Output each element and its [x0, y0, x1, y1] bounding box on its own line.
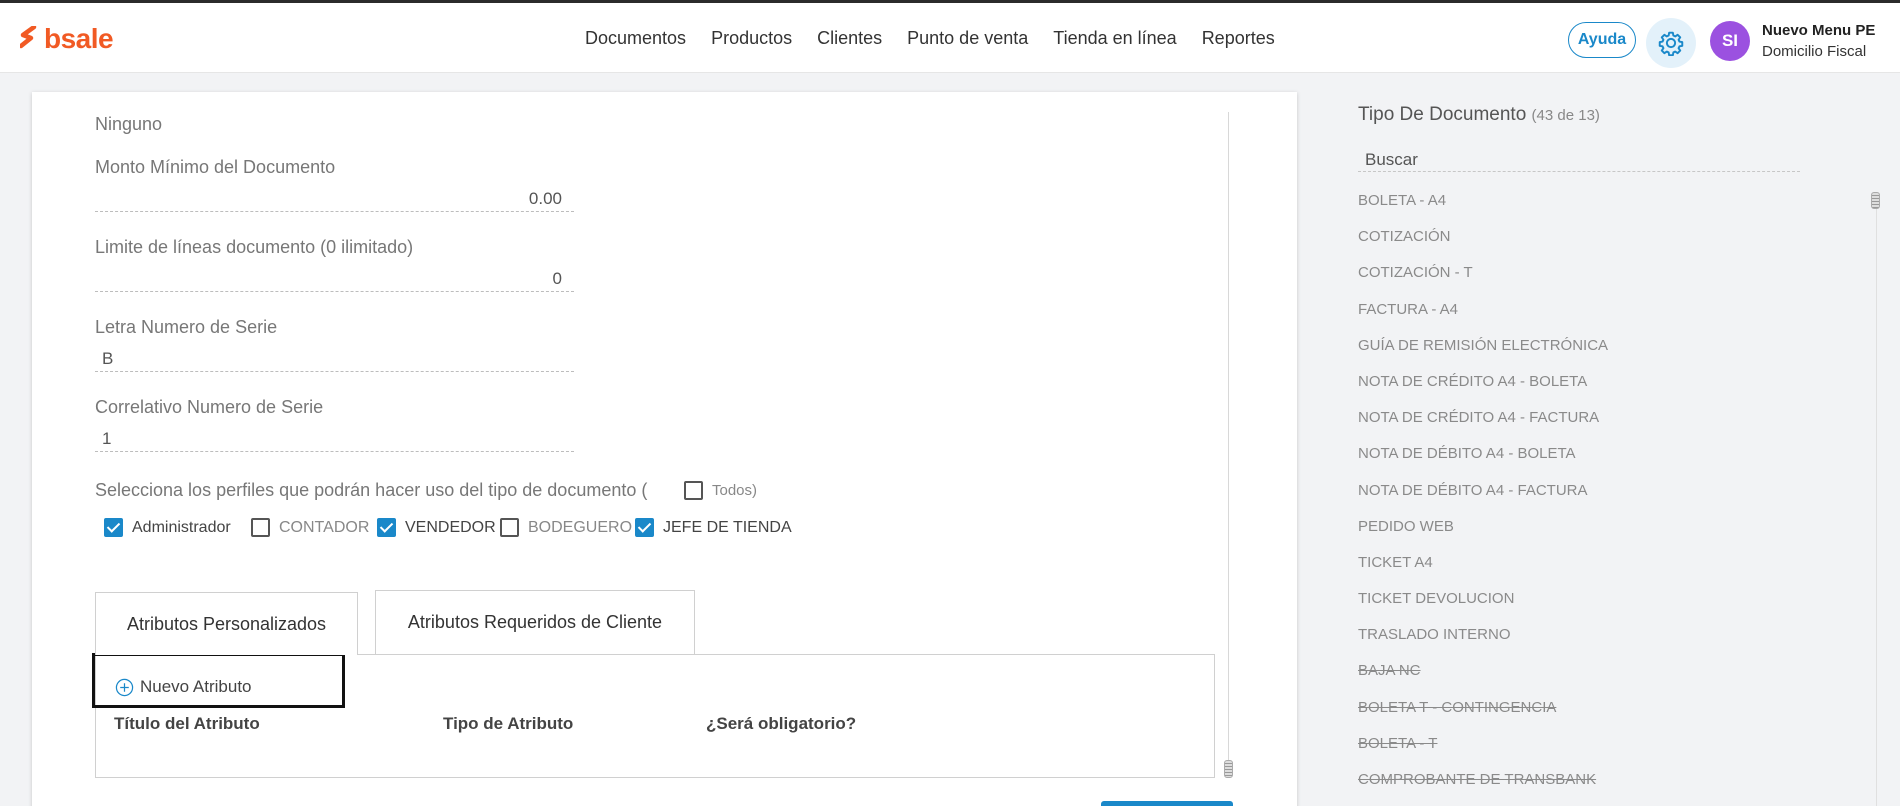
document-type-item[interactable]: BOLETA T - CONTINGENCIA: [1358, 697, 1608, 733]
nav-clientes[interactable]: Clientes: [817, 27, 882, 49]
document-type-item[interactable]: COMPROBANTE DE TRANSBANK: [1358, 769, 1608, 805]
new-attribute-button[interactable]: Nuevo Atributo: [115, 677, 252, 697]
all-profiles-checkbox[interactable]: [684, 481, 703, 500]
min-amount-input[interactable]: 0.00: [95, 188, 574, 212]
gear-icon: [1658, 31, 1684, 56]
settings-button[interactable]: [1646, 18, 1696, 68]
document-type-item[interactable]: COTIZACIÓN: [1358, 226, 1608, 262]
document-type-item[interactable]: NOTA DE DÉBITO A4 - FACTURA: [1358, 480, 1608, 516]
document-type-item[interactable]: NOTA DE CRÉDITO A4 - BOLETA: [1358, 371, 1608, 407]
profile-label-vendedor: VENDEDOR: [405, 519, 496, 536]
series-correlative-input[interactable]: 1: [95, 428, 574, 452]
profile-checkbox-jefe-de-tienda[interactable]: [635, 518, 654, 537]
top-field-value: Ninguno: [95, 114, 163, 134]
document-type-item[interactable]: NOTA DE CRÉDITO A4 - FACTURA: [1358, 407, 1608, 443]
document-type-item[interactable]: NOTA DE DÉBITO A4 - BOLETA: [1358, 443, 1608, 479]
profile-label-contador: CONTADOR: [279, 519, 370, 536]
column-required: ¿Será obligatorio?: [706, 714, 857, 733]
bsale-logo-icon: [20, 26, 37, 49]
new-attribute-label: Nuevo Atributo: [140, 677, 252, 696]
save-button-partial[interactable]: [1101, 801, 1233, 806]
sidebar-scroll-track: [1876, 192, 1877, 806]
document-type-item[interactable]: FACTURA - A4: [1358, 299, 1608, 335]
line-limit-input[interactable]: 0: [95, 268, 574, 292]
bsale-logo[interactable]: bsale: [20, 23, 114, 54]
min-amount-label: Monto Mínimo del Documento: [95, 157, 336, 177]
profiles-prompt: Selecciona los perfiles que podrán hacer…: [95, 480, 648, 500]
sidebar-title-text: Tipo De Documento: [1358, 104, 1527, 125]
profile-checkbox-vendedor[interactable]: [377, 518, 396, 537]
nav-tienda-en-linea[interactable]: Tienda en línea: [1053, 27, 1176, 49]
series-letter-label: Letra Numero de Serie: [95, 317, 278, 337]
main-nav: Documentos Productos Clientes Punto de v…: [585, 27, 1275, 49]
sidebar-document-count: (43 de 13): [1531, 107, 1600, 124]
document-search-input[interactable]: [1358, 148, 1800, 172]
line-limit-label: Limite de líneas documento (0 ilimitado): [95, 237, 414, 257]
sidebar-scrollbar-thumb[interactable]: [1871, 192, 1880, 209]
document-type-item[interactable]: GUÍA DE REMISIÓN ELECTRÓNICA: [1358, 335, 1608, 371]
nav-punto-de-venta[interactable]: Punto de venta: [907, 27, 1028, 49]
profile-label-jefe-de-tienda: JEFE DE TIENDA: [663, 519, 792, 536]
profile-checkbox-administrador[interactable]: [104, 518, 123, 537]
user-location: Domicilio Fiscal: [1762, 43, 1867, 60]
document-type-item[interactable]: TICKET DEVOLUCION: [1358, 588, 1608, 624]
profile-label-bodeguero: BODEGUERO: [528, 519, 633, 536]
document-type-item[interactable]: BAJA NC: [1358, 660, 1608, 696]
form-scroll-track: [1228, 112, 1229, 772]
nav-productos[interactable]: Productos: [711, 27, 792, 49]
document-type-item[interactable]: BOLETA - A4: [1358, 190, 1608, 226]
nav-reportes[interactable]: Reportes: [1202, 27, 1275, 49]
tab-custom-attributes[interactable]: Atributos Personalizados: [95, 592, 358, 655]
top-header: bsale Documentos Productos Clientes Punt…: [0, 3, 1900, 73]
document-type-item[interactable]: TICKET A4: [1358, 552, 1608, 588]
nav-documentos[interactable]: Documentos: [585, 27, 686, 49]
brand-name: bsale: [44, 23, 114, 54]
document-type-list: BOLETA - A4 COTIZACIÓN COTIZACIÓN - T FACTU…: [1358, 190, 1608, 805]
add-circle-icon: [115, 678, 134, 696]
document-type-item[interactable]: COTIZACIÓN - T: [1358, 262, 1608, 298]
document-type-item[interactable]: BOLETA - T: [1358, 733, 1608, 769]
series-correlative-label: Correlativo Numero de Serie: [95, 397, 324, 417]
column-attribute-title: Título del Atributo: [114, 714, 260, 733]
profile-checkbox-bodeguero[interactable]: [500, 518, 519, 537]
document-type-item[interactable]: TRASLADO INTERNO: [1358, 624, 1608, 660]
form-scrollbar-thumb[interactable]: [1224, 760, 1233, 778]
avatar[interactable]: SI: [1710, 21, 1750, 61]
profile-checkbox-contador[interactable]: [251, 518, 270, 537]
profile-label-administrador: Administrador: [132, 519, 231, 536]
column-attribute-type: Tipo de Atributo: [443, 714, 574, 733]
user-name[interactable]: Nuevo Menu PE: [1762, 22, 1875, 39]
document-type-sidebar-title: Tipo De Documento (43 de 13): [1358, 104, 1600, 126]
tab-required-client-attributes[interactable]: Atributos Requeridos de Cliente: [375, 590, 695, 654]
all-profiles-label: Todos): [712, 482, 758, 499]
help-button[interactable]: Ayuda: [1568, 22, 1636, 58]
series-letter-input[interactable]: B: [95, 348, 574, 372]
document-type-item[interactable]: PEDIDO WEB: [1358, 516, 1608, 552]
